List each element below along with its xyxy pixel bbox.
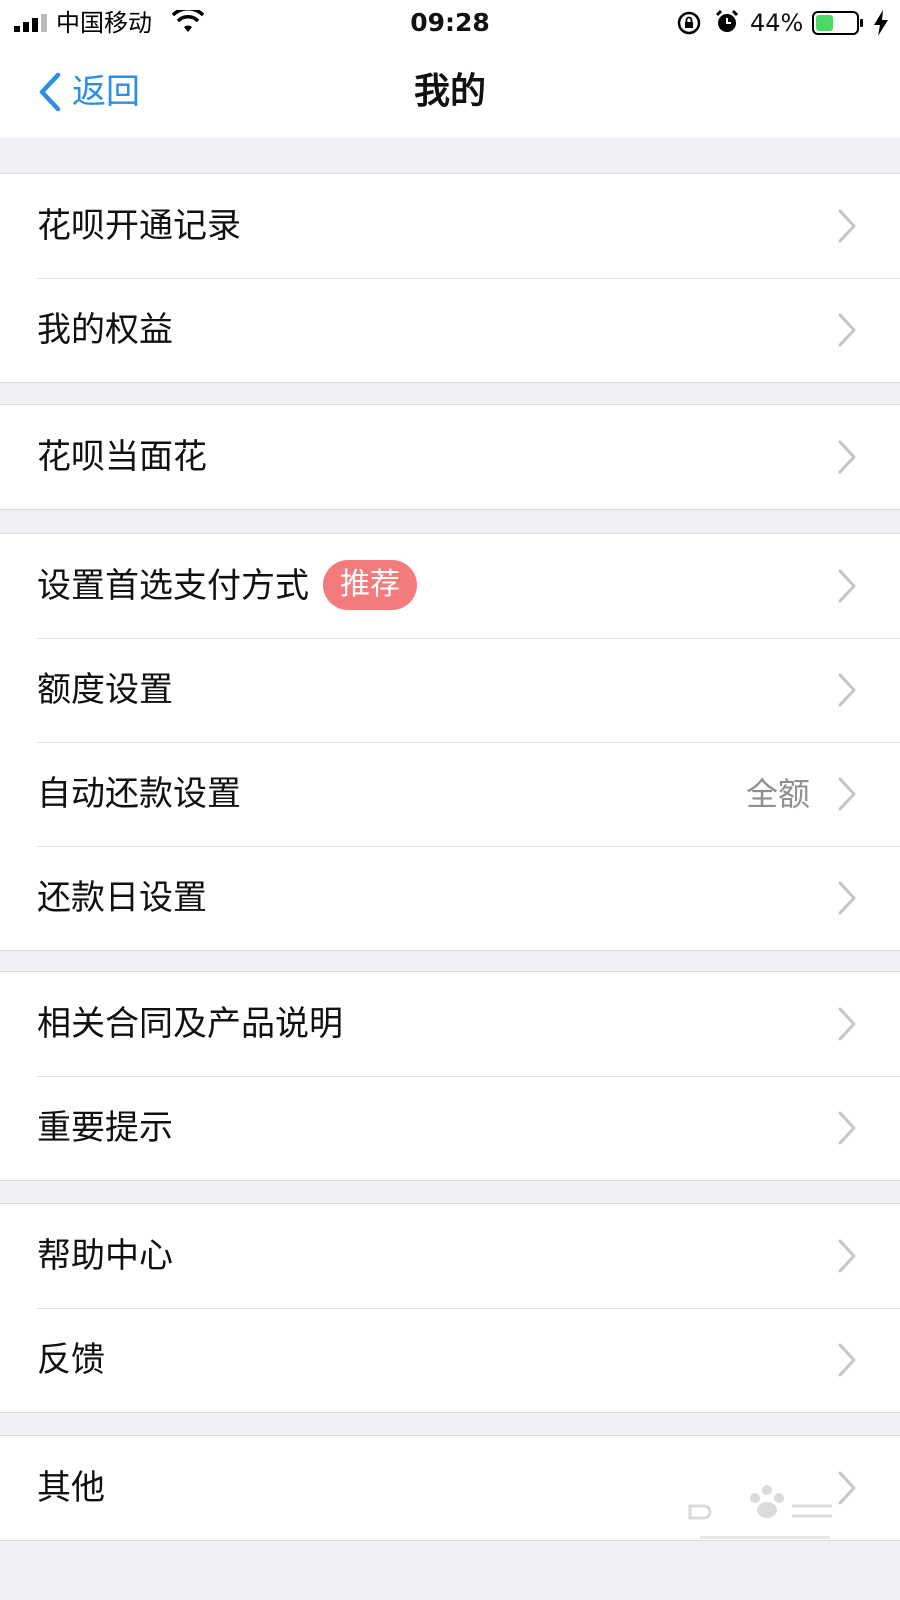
list-item[interactable]: 重要提示 bbox=[0, 1076, 900, 1180]
charging-icon bbox=[874, 10, 888, 36]
settings-group: 帮助中心 反馈 bbox=[0, 1203, 900, 1413]
list-item-label: 反馈 bbox=[37, 1308, 105, 1412]
list-item-text: 我的权益 bbox=[37, 310, 173, 350]
battery-icon bbox=[812, 11, 863, 35]
list-item-text: 还款日设置 bbox=[37, 878, 207, 918]
status-bar: 中国移动 09:28 44% bbox=[0, 0, 900, 46]
rotation-lock-icon bbox=[677, 11, 701, 35]
chevron-right-icon bbox=[838, 1111, 856, 1145]
list-item-text: 其他 bbox=[37, 1468, 105, 1508]
chevron-right-icon bbox=[838, 673, 856, 707]
list-item[interactable]: 还款日设置 bbox=[0, 846, 900, 950]
chevron-right-icon bbox=[838, 1007, 856, 1041]
list-item-text: 帮助中心 bbox=[37, 1236, 173, 1276]
settings-group: 花呗开通记录 我的权益 bbox=[0, 173, 900, 383]
list-item-text: 额度设置 bbox=[37, 670, 173, 710]
list-item-label: 相关合同及产品说明 bbox=[37, 972, 343, 1076]
list-item-label: 花呗当面花 bbox=[37, 405, 207, 509]
list-item-text: 相关合同及产品说明 bbox=[37, 1004, 343, 1044]
list-item-text: 自动还款设置 bbox=[37, 774, 241, 814]
chevron-left-icon bbox=[39, 72, 61, 112]
list-item-text: 花呗当面花 bbox=[37, 437, 207, 477]
list-item[interactable]: 花呗开通记录 bbox=[0, 174, 900, 278]
list-item-label: 其他 bbox=[37, 1436, 105, 1540]
settings-group: 设置首选支付方式 推荐额度设置自动还款设置 全额还款日设置 bbox=[0, 533, 900, 951]
chevron-right-icon bbox=[838, 209, 856, 243]
chevron-right-icon bbox=[838, 1343, 856, 1377]
chevron-right-icon bbox=[838, 313, 856, 347]
list-item-label: 我的权益 bbox=[37, 278, 173, 382]
settings-group: 花呗当面花 bbox=[0, 404, 900, 510]
chevron-right-icon bbox=[838, 1239, 856, 1273]
list-item-label: 帮助中心 bbox=[37, 1204, 173, 1308]
list-item-label: 花呗开通记录 bbox=[37, 174, 241, 278]
chevron-right-icon bbox=[838, 569, 856, 603]
list-item-value: 全额 bbox=[745, 775, 810, 813]
list-item-label: 自动还款设置 bbox=[37, 742, 241, 846]
battery-percent: 44% bbox=[750, 9, 804, 37]
back-label: 返回 bbox=[72, 72, 140, 112]
list-item-text: 反馈 bbox=[37, 1340, 105, 1380]
list-item[interactable]: 反馈 bbox=[0, 1308, 900, 1412]
list-item[interactable]: 自动还款设置 全额 bbox=[0, 742, 900, 846]
list-item-text: 设置首选支付方式 bbox=[37, 566, 309, 606]
list-item-label: 还款日设置 bbox=[37, 846, 207, 950]
list-item-text: 重要提示 bbox=[37, 1108, 173, 1148]
alarm-icon bbox=[715, 9, 739, 32]
baidu-jingyan-watermark bbox=[688, 1485, 832, 1539]
list-item-label: 设置首选支付方式 推荐 bbox=[37, 534, 417, 638]
list-item[interactable]: 额度设置 bbox=[0, 638, 900, 742]
list-item[interactable]: 设置首选支付方式 推荐 bbox=[0, 534, 900, 638]
list-item[interactable]: 花呗当面花 bbox=[0, 405, 900, 509]
list-item[interactable]: 帮助中心 bbox=[0, 1204, 900, 1308]
list-item-label: 重要提示 bbox=[37, 1076, 173, 1180]
recommend-badge: 推荐 bbox=[323, 559, 417, 610]
list-item-text: 花呗开通记录 bbox=[37, 206, 241, 246]
chevron-right-icon bbox=[838, 440, 856, 474]
list-item-label: 额度设置 bbox=[37, 638, 173, 742]
settings-group: 相关合同及产品说明 重要提示 bbox=[0, 971, 900, 1181]
chevron-right-icon bbox=[838, 777, 856, 811]
navigation-bar: 我的 返回 bbox=[0, 46, 900, 138]
back-button[interactable]: 返回 bbox=[36, 66, 140, 118]
chevron-right-icon bbox=[838, 881, 856, 915]
list-item[interactable]: 相关合同及产品说明 bbox=[0, 972, 900, 1076]
list-item[interactable]: 我的权益 bbox=[0, 278, 900, 382]
